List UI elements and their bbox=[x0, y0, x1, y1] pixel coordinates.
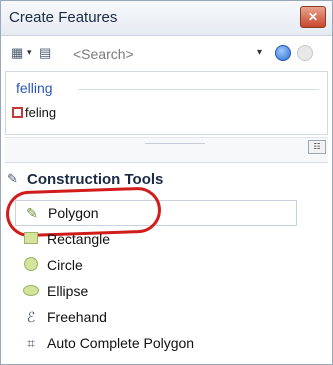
properties-toggle-icon[interactable]: ☷ bbox=[308, 140, 326, 154]
construction-tools-title: Construction Tools bbox=[27, 170, 164, 188]
template-list: felling feling bbox=[5, 71, 328, 135]
panel-splitter[interactable]: ☷ bbox=[5, 137, 328, 163]
organize-templates-icon[interactable]: ▦ bbox=[11, 45, 23, 61]
construction-tools-header: ✎ Construction Tools bbox=[7, 167, 163, 191]
tool-freehand[interactable]: ℰ Freehand bbox=[15, 304, 318, 330]
tool-label-rectangle: Rectangle bbox=[47, 231, 111, 247]
tool-circle[interactable]: Circle bbox=[15, 252, 318, 278]
tool-label-polygon: Polygon bbox=[48, 205, 99, 221]
window-title: Create Features bbox=[9, 9, 118, 26]
construction-tools-list: ✎ Polygon Rectangle Circle Ellipse ℰ Fre… bbox=[5, 186, 318, 356]
manage-templates-icon[interactable]: ▤ bbox=[39, 45, 51, 61]
tool-rectangle[interactable]: Rectangle bbox=[15, 226, 318, 252]
clear-search-icon[interactable] bbox=[297, 45, 313, 61]
construction-tools-icon: ✎ bbox=[7, 171, 18, 186]
polygon-icon: ✎ bbox=[26, 204, 38, 221]
rectangle-icon bbox=[21, 231, 41, 247]
template-item-feling[interactable]: feling bbox=[12, 105, 56, 120]
ellipse-icon bbox=[21, 283, 41, 299]
splitter-grip[interactable] bbox=[145, 143, 205, 144]
search-input[interactable]: <Search> bbox=[73, 46, 134, 62]
tool-polygon[interactable]: ✎ Polygon bbox=[5, 186, 297, 238]
close-icon[interactable]: ✕ bbox=[300, 6, 326, 28]
polygon-swatch-icon bbox=[12, 107, 23, 118]
create-features-window: Create Features ✕ ▦ ▾ ▤ <Search> ▾ felli… bbox=[0, 0, 333, 365]
tool-label-auto-complete-polygon: Auto Complete Polygon bbox=[47, 335, 195, 351]
group-divider bbox=[78, 89, 319, 90]
template-toolbar: ▦ ▾ ▤ <Search> ▾ bbox=[5, 39, 328, 67]
template-group-label: felling bbox=[16, 80, 53, 96]
organize-dropdown-icon[interactable]: ▾ bbox=[27, 47, 32, 58]
tool-auto-complete-polygon[interactable]: ⌗ Auto Complete Polygon bbox=[15, 330, 318, 356]
search-icon[interactable] bbox=[275, 45, 291, 61]
freehand-icon: ℰ bbox=[26, 308, 36, 325]
tool-ellipse[interactable]: Ellipse bbox=[15, 278, 318, 304]
title-bar: Create Features ✕ bbox=[1, 1, 332, 36]
circle-icon bbox=[21, 256, 41, 274]
auto-complete-polygon-icon: ⌗ bbox=[27, 334, 35, 351]
tool-label-freehand: Freehand bbox=[47, 309, 107, 325]
template-item-label: feling bbox=[25, 105, 57, 120]
tool-label-ellipse: Ellipse bbox=[47, 283, 89, 299]
search-dropdown-icon[interactable]: ▾ bbox=[257, 47, 262, 58]
tool-label-circle: Circle bbox=[47, 257, 83, 273]
